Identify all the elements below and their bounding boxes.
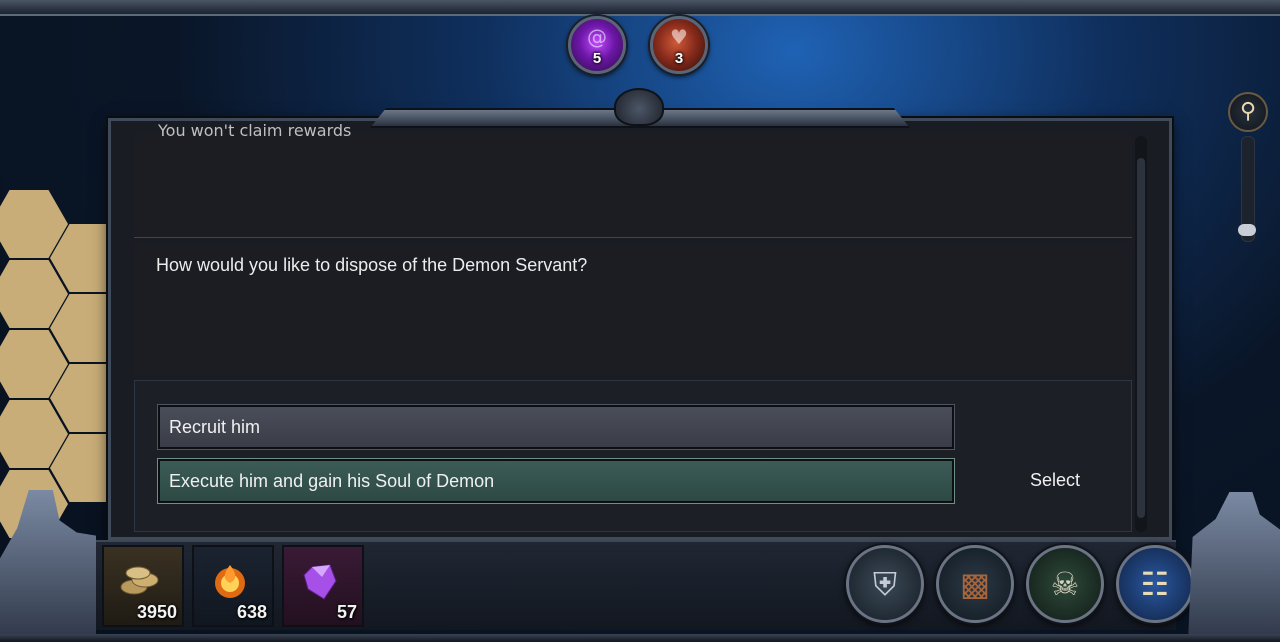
option-execute[interactable]: Execute him and gain his Soul of Demon xyxy=(157,458,955,504)
map-scroll-icon: ☷ xyxy=(1140,565,1170,603)
heart-icon: ♥ xyxy=(670,25,688,49)
gold-tile[interactable]: 3950 xyxy=(102,545,184,627)
skull-crossed-swords-icon: ☠ xyxy=(1050,565,1080,603)
knight-statue-ornament xyxy=(1188,492,1280,642)
option-recruit[interactable]: Recruit him xyxy=(157,404,955,450)
options-section xyxy=(134,380,1132,532)
crystal-tile[interactable]: 57 xyxy=(282,545,364,627)
bottom-frame xyxy=(0,634,1280,642)
zoom-button[interactable]: ⚲ xyxy=(1228,92,1268,132)
soul-resource-badge[interactable]: @ 5 xyxy=(568,16,626,74)
dialog-question: How would you like to dispose of the Dem… xyxy=(156,255,588,275)
gold-value: 3950 xyxy=(136,602,177,622)
fire-orb-icon xyxy=(215,565,245,598)
purple-spiral-icon: @ xyxy=(587,25,607,49)
skull-ornament-icon xyxy=(614,88,664,126)
dialog-scrollbar-thumb[interactable] xyxy=(1137,158,1145,518)
magnifier-icon: ⚲ xyxy=(1239,99,1257,124)
top-frame xyxy=(0,0,1280,16)
previous-text-section: You won't claim rewards xyxy=(134,121,1132,238)
question-section: How would you like to dispose of the Dem… xyxy=(134,243,1132,375)
purple-crystal-icon xyxy=(303,564,337,600)
heart-resource-badge[interactable]: ♥ 3 xyxy=(650,16,708,74)
fire-tile[interactable]: 638 xyxy=(192,545,274,627)
helmet-icon: ⛨ xyxy=(872,565,897,603)
previous-line-text: You won't claim rewards xyxy=(158,121,352,140)
select-button[interactable]: Select xyxy=(1030,470,1080,491)
map-menu-button[interactable]: ☷ xyxy=(1116,545,1194,623)
crystal-value: 57 xyxy=(336,602,357,622)
backpack-icon: ▩ xyxy=(959,565,991,603)
fire-value: 638 xyxy=(236,602,267,622)
inventory-menu-button[interactable]: ▩ xyxy=(936,545,1014,623)
zoom-slider-handle[interactable] xyxy=(1238,224,1256,236)
soul-count: 5 xyxy=(592,50,602,67)
gold-coins-icon xyxy=(120,566,159,595)
heart-count: 3 xyxy=(674,50,684,67)
skills-menu-button[interactable]: ☠ xyxy=(1026,545,1104,623)
heroes-menu-button[interactable]: ⛨ xyxy=(846,545,924,623)
